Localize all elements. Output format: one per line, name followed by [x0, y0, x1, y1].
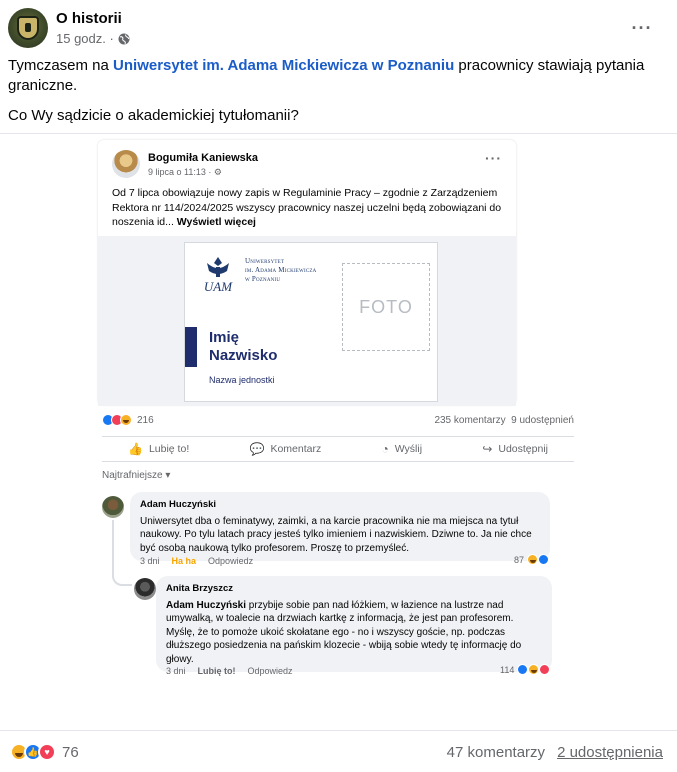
screenshot-content: Bogumiła Kaniewska 9 lipca o 11:13 · ⚙ ·…	[96, 140, 578, 685]
page-name[interactable]: O historii	[56, 10, 122, 27]
university-name: Uniwersytet im. Adama Mickiewicza w Pozn…	[245, 257, 316, 284]
inner-more-icon: ···	[485, 150, 502, 166]
messenger-icon: ◔	[381, 442, 389, 456]
comment-reply-2: Odpowiedz	[247, 666, 293, 676]
comment-text-2: Adam Huczyński przybije sobie pan nad łó…	[166, 599, 542, 667]
comment-meta-2: 3 dni Lubię to! Odpowiedz	[166, 666, 293, 676]
comment-reaction-label-2: Lubię to!	[197, 666, 236, 676]
comment-author-1: Adam Huczyński	[140, 499, 217, 510]
card-name: Imię Nazwisko	[209, 329, 277, 365]
like-reaction-icon	[517, 664, 529, 675]
inner-author-name: Bogumiła Kaniewska	[148, 152, 259, 164]
inner-comment-label: Komentarz	[270, 443, 322, 455]
footer-counts: 47 komentarzy 2 udostępnienia	[447, 744, 663, 761]
inner-comment-action: 💬 Komentarz	[250, 442, 322, 456]
post-footer: 👍 ♥ 76 47 komentarzy 2 udostępnienia	[0, 730, 677, 772]
love-reaction-icon: ♥	[38, 743, 56, 761]
comments-count-link[interactable]: 47 komentarzy	[447, 744, 545, 761]
inner-action-bar: 👍 Lubię to! 💬 Komentarz ◔ Wyślij ↪ Udostępni…	[102, 436, 574, 462]
haha-reaction-icon	[120, 414, 132, 426]
inner-send-action: ◔ Wyślij	[381, 442, 422, 456]
comment-reaction-count-1: 87	[514, 554, 525, 565]
inner-reaction-count: 216	[137, 414, 154, 426]
comment-time-1: 3 dni	[140, 556, 160, 566]
card-unit: Nazwa jednostki	[209, 375, 275, 385]
comment-icon: 💬	[249, 442, 265, 456]
post-reactions[interactable]: 👍 ♥ 76	[10, 743, 79, 761]
more-options-icon[interactable]: ···	[628, 14, 656, 42]
comment-text-1: Uniwersytet dba o feminatywy, zaimki, a …	[140, 515, 532, 554]
card-accent-bar	[185, 327, 197, 367]
mentioned-page-link[interactable]: Uniwersytet im. Adama Mickiewicza w Pozn…	[113, 57, 454, 74]
inner-share-label: Udostępnij	[498, 443, 548, 455]
comment-sort: Najtrafniejsze ▾	[102, 470, 171, 481]
inner-post-card: Bogumiła Kaniewska 9 lipca o 11:13 · ⚙ ·…	[98, 140, 516, 406]
uam-logo-text: UAM	[204, 279, 233, 294]
comment-reactions-1: 87	[514, 554, 550, 565]
uni-line-2: im. Adama Mickiewicza	[245, 266, 317, 274]
post-meta: 15 godz. ·	[56, 31, 130, 46]
comment-bubble-1: Adam Huczyński Uniwersytet dba o feminat…	[130, 492, 550, 561]
inner-post-time: 9 lipca o 11:13 · ⚙	[148, 167, 222, 177]
uni-line-3: w Poznaniu	[245, 275, 281, 283]
comment-meta-1: 3 dni Ha ha Odpowiedz	[140, 556, 253, 566]
see-more-link: Wyświetl więcej	[176, 216, 256, 228]
inner-like-label: Lubię to!	[148, 443, 190, 455]
card-first-name: Imię	[209, 329, 240, 346]
comment-reactions-2: 114	[500, 664, 551, 675]
id-card-image: UAM Uniwersytet im. Adama Mickiewicza w …	[98, 236, 516, 406]
thumbs-up-icon: 👍	[128, 442, 143, 456]
comment-reaction-count-2: 114	[500, 664, 515, 675]
inner-share-action: ↪ Udostępnij	[482, 442, 548, 456]
globe-icon	[118, 33, 130, 44]
comment-mention-2: Adam Huczyński	[166, 599, 247, 611]
shares-count-link[interactable]: 2 udostępnienia	[557, 744, 663, 761]
uam-logo-icon: UAM	[204, 257, 233, 294]
uni-line-1: Uniwersytet	[245, 257, 285, 265]
inner-post-body: Od 7 lipca obowiązuje nowy zapis w Regul…	[112, 187, 502, 228]
comment-reaction-label-1: Ha ha	[171, 556, 197, 566]
inner-comments-count: 235 komentarzy	[434, 415, 506, 426]
inner-like-action: 👍 Lubię to!	[128, 442, 189, 456]
inner-shares-count: 9 udostępnień	[511, 415, 574, 426]
inner-reactions: 216	[102, 414, 154, 426]
inner-post-text: Od 7 lipca obowiązuje nowy zapis w Regul…	[112, 186, 508, 230]
post-image[interactable]: Bogumiła Kaniewska 9 lipca o 11:13 · ⚙ ·…	[0, 133, 677, 730]
inner-comment-share-counts: 235 komentarzy 9 udostępnień	[434, 415, 574, 426]
id-card: UAM Uniwersytet im. Adama Mickiewicza w …	[184, 242, 438, 402]
haha-reaction-icon	[527, 554, 539, 565]
card-last-name: Nazwisko	[209, 347, 278, 364]
comment-author-2: Anita Brzyszcz	[166, 583, 234, 594]
reaction-count[interactable]: 76	[62, 744, 79, 761]
comment-time-2: 3 dni	[166, 666, 186, 676]
commenter-avatar-1	[102, 496, 124, 518]
like-reaction-icon	[538, 554, 550, 565]
inner-send-label: Wyślij	[394, 443, 423, 455]
reply-thread-line	[112, 520, 132, 586]
post-paragraph-2: Co Wy sądzicie o akademickiej tytułomani…	[8, 107, 299, 124]
haha-reaction-icon	[528, 664, 540, 675]
photo-placeholder: FOTO	[342, 263, 430, 351]
post-text-start: Tymczasem na	[8, 57, 114, 74]
comment-bubble-2: Anita Brzyszcz Adam Huczyński przybije s…	[156, 576, 552, 672]
post-text: Tymczasem na Uniwersytet im. Adama Micki…	[8, 56, 658, 136]
page-avatar[interactable]	[8, 8, 48, 48]
love-reaction-icon	[539, 664, 551, 675]
post-paragraph-1: Tymczasem na Uniwersytet im. Adama Micki…	[8, 56, 658, 96]
post-header: O historii 15 godz. · ···	[8, 8, 668, 50]
comment-reply-1: Odpowiedz	[208, 556, 254, 566]
commenter-avatar-2	[134, 578, 156, 600]
inner-stats-row: 216 235 komentarzy 9 udostępnień	[102, 412, 578, 430]
inner-author-avatar	[112, 150, 140, 178]
post-time[interactable]: 15 godz. ·	[56, 31, 114, 46]
share-icon: ↪	[482, 442, 493, 456]
